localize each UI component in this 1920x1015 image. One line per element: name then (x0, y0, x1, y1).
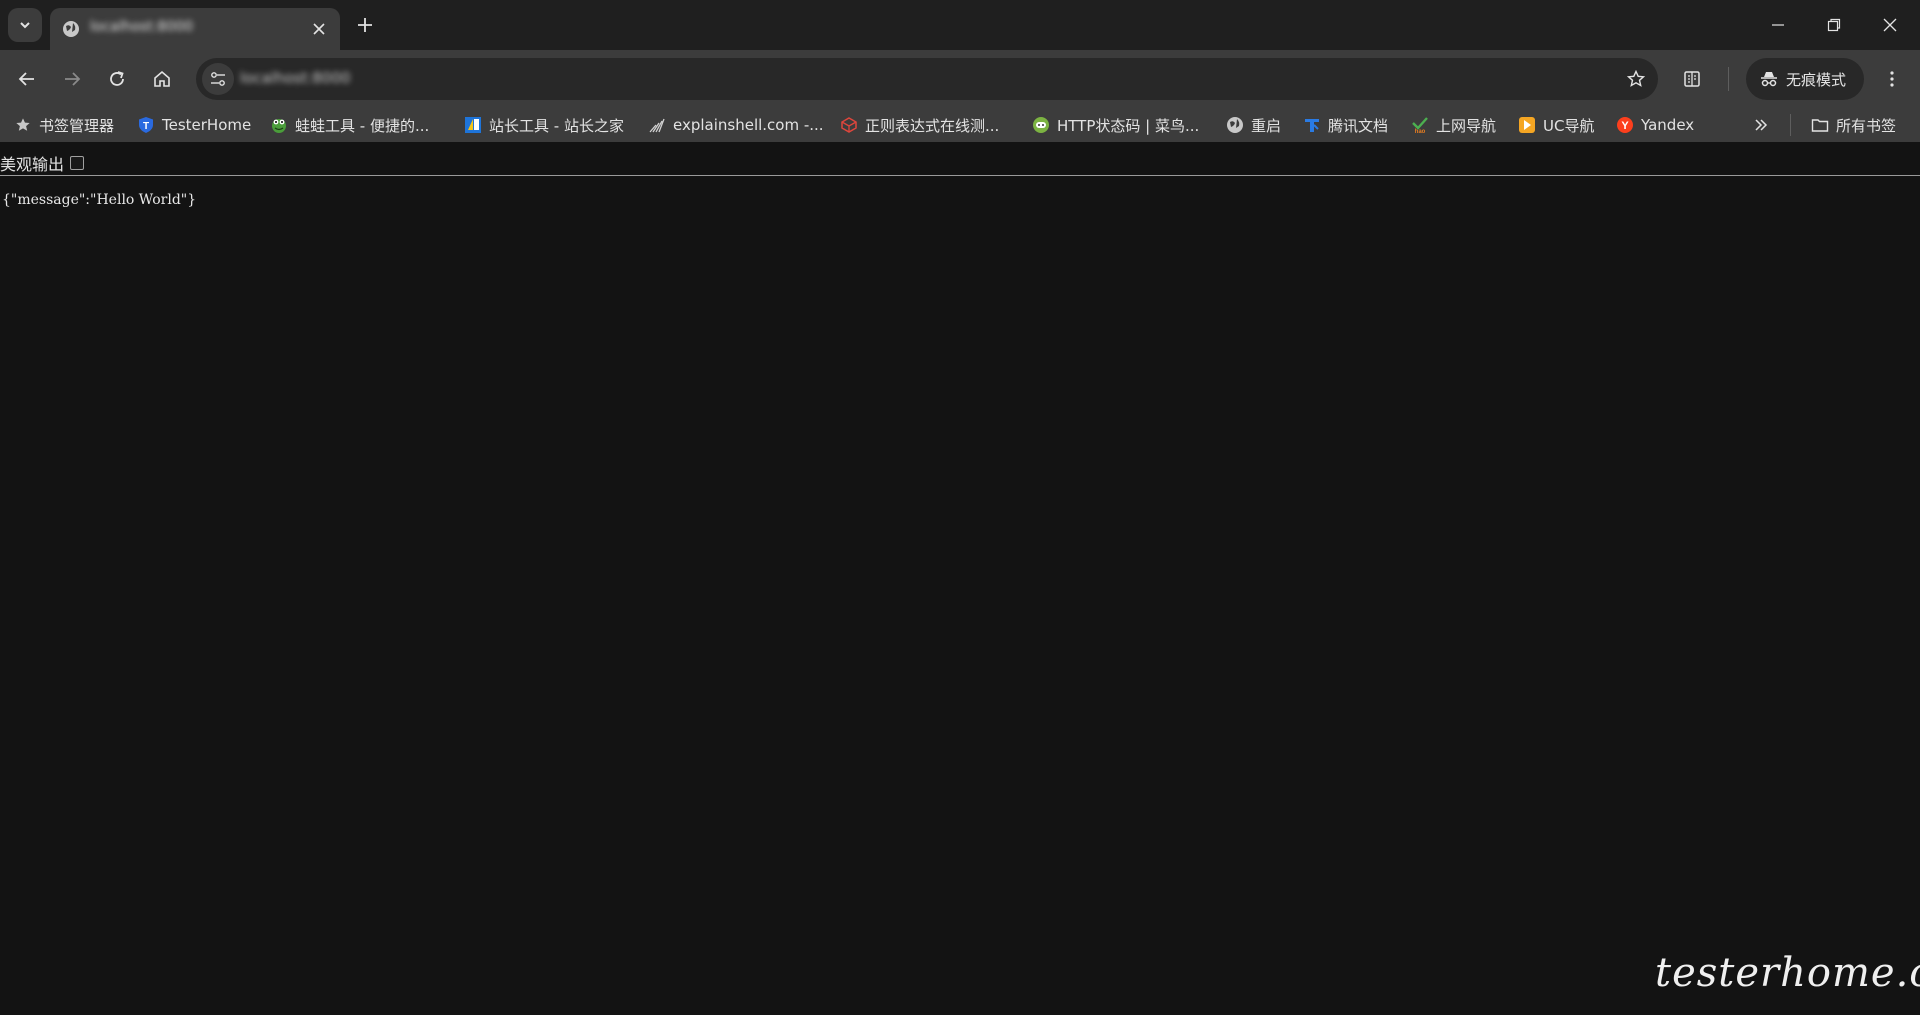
hao-icon: hao (1411, 116, 1429, 134)
url-text[interactable]: localhost:8000 (240, 69, 350, 89)
svg-text:T: T (143, 121, 149, 132)
bookmark-testerhome[interactable]: T TesterHome (137, 114, 251, 136)
arrow-left-icon (18, 72, 34, 86)
bookmark-label: 上网导航 (1436, 116, 1497, 135)
window-close-button[interactable] (1862, 0, 1918, 50)
address-bar[interactable]: localhost:8000 (196, 58, 1658, 100)
yandex-icon: Y (1616, 116, 1634, 134)
incognito-label: 无痕模式 (1786, 70, 1847, 89)
close-icon (1883, 18, 1897, 32)
bookmark-label: Yandex (1641, 116, 1695, 134)
bookmark-star-button[interactable] (1624, 67, 1648, 91)
bookmark-chinaz[interactable]: 站长工具 - 站长之家 (464, 114, 624, 136)
bookmark-restart[interactable]: 重启 (1226, 114, 1281, 136)
restore-button[interactable] (1806, 0, 1862, 50)
bookmark-label: TesterHome (162, 116, 252, 134)
home-button[interactable] (146, 63, 178, 95)
navigation-toolbar: localhost:8000 无痕模式 (0, 50, 1920, 108)
bookmark-yandex[interactable]: Y Yandex (1616, 114, 1694, 136)
minimize-icon (1772, 24, 1784, 26)
shell-icon (648, 116, 666, 134)
json-response-text: {"message":"Hello World"} (2, 192, 197, 208)
new-tab-button[interactable] (352, 12, 378, 38)
chevron-double-right-icon (1752, 116, 1770, 134)
bookmark-tencent-docs[interactable]: 腾讯文档 (1303, 114, 1388, 136)
site-info-button[interactable] (202, 63, 234, 95)
bookmark-hao-nav[interactable]: hao 上网导航 (1411, 114, 1496, 136)
bookmark-regex[interactable]: 正则表达式在线测... (840, 114, 999, 136)
bookmark-label: 正则表达式在线测... (865, 116, 1000, 135)
star-outline-icon (1627, 70, 1645, 87)
star-icon (14, 116, 32, 134)
reading-list-button[interactable] (1676, 63, 1708, 95)
tencent-docs-icon (1303, 116, 1321, 134)
bookmarks-bar: 书签管理器 T TesterHome 蛙蛙工具 - 便捷的... 站长工具 - … (0, 108, 1920, 142)
bookmark-manager[interactable]: 书签管理器 (14, 114, 114, 136)
bookmark-explainshell[interactable]: explainshell.com -... (648, 114, 824, 136)
bookmark-label: 腾讯文档 (1328, 116, 1389, 135)
back-button[interactable] (11, 63, 43, 95)
chevron-down-icon (20, 22, 30, 29)
bookmark-label: 重启 (1251, 116, 1282, 135)
tune-icon (211, 72, 225, 86)
tab-close-button[interactable] (308, 18, 330, 40)
regex-icon (840, 116, 858, 134)
pretty-print-control: 美观输出 (0, 152, 85, 174)
globe-icon (1226, 116, 1244, 134)
bookmark-label: 蛙蛙工具 - 便捷的... (295, 116, 430, 135)
tab-strip: localhost:8000 (0, 0, 1920, 50)
globe-icon (63, 21, 79, 37)
reload-icon (110, 71, 124, 86)
frog-icon (270, 116, 288, 134)
incognito-indicator[interactable]: 无痕模式 (1746, 58, 1864, 100)
runoob-icon (1032, 116, 1050, 134)
bookmark-wawa-tools[interactable]: 蛙蛙工具 - 便捷的... (270, 114, 429, 136)
bookmarks-divider (1790, 114, 1791, 136)
pretty-print-checkbox[interactable] (70, 156, 85, 170)
bookmark-label: 书签管理器 (39, 116, 115, 135)
bookmark-uc-nav[interactable]: UC导航 (1518, 114, 1594, 136)
chinaz-icon (464, 116, 482, 134)
page-divider (0, 175, 1920, 176)
menu-button[interactable] (1876, 63, 1908, 95)
active-tab[interactable]: localhost:8000 (50, 8, 340, 50)
arrow-right-icon (65, 72, 81, 86)
svg-text:Y: Y (1621, 120, 1629, 132)
tab-title: localhost:8000 (90, 19, 194, 35)
incognito-icon (1761, 72, 1777, 87)
reading-list-icon (1684, 71, 1700, 87)
reload-button[interactable] (101, 63, 133, 95)
folder-icon (1811, 116, 1829, 134)
bookmarks-overflow-button[interactable] (1752, 114, 1770, 136)
restore-icon (1827, 18, 1841, 32)
forward-button[interactable] (56, 63, 88, 95)
svg-text:hao: hao (1415, 129, 1426, 134)
watermark: testerhome.com (1655, 950, 1920, 996)
pretty-print-label: 美观输出 (0, 155, 65, 174)
bookmark-runoob-http[interactable]: HTTP状态码 | 菜鸟... (1032, 114, 1199, 136)
tab-search-button[interactable] (8, 8, 42, 42)
bookmark-label: 所有书签 (1836, 116, 1897, 135)
uc-icon (1518, 116, 1536, 134)
toolbar-divider (1728, 67, 1729, 91)
home-icon (154, 70, 170, 87)
all-bookmarks-folder[interactable]: 所有书签 (1811, 114, 1896, 136)
bookmark-label: 站长工具 - 站长之家 (489, 116, 624, 135)
bookmark-label: HTTP状态码 | 菜鸟... (1057, 116, 1200, 135)
close-icon (313, 23, 325, 35)
testerhome-icon: T (137, 116, 155, 134)
bookmark-label: explainshell.com -... (673, 116, 824, 134)
plus-icon (358, 18, 372, 32)
minimize-button[interactable] (1750, 0, 1806, 50)
bookmark-label: UC导航 (1543, 116, 1595, 135)
more-vert-icon (1890, 71, 1894, 87)
